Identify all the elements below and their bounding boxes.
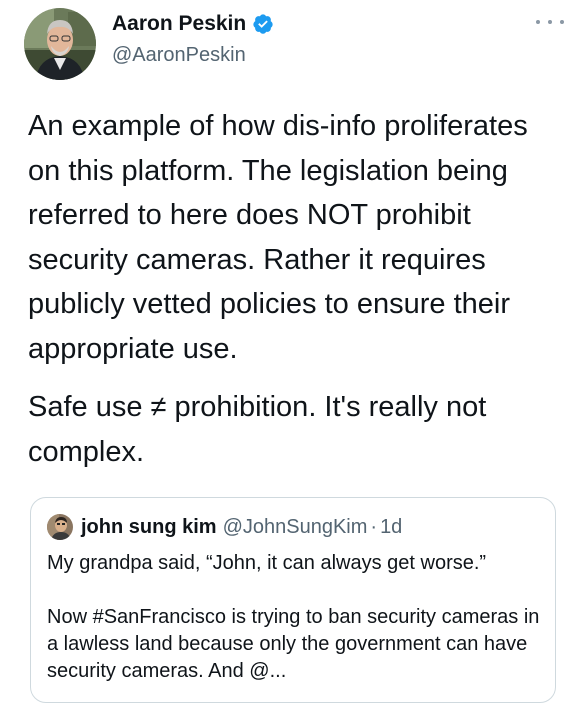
tweet-card: Aaron Peskin @AaronPeskin An example of … — [0, 0, 582, 726]
quoted-tweet[interactable]: john sung kim @JohnSungKim · 1d My grand… — [30, 497, 556, 703]
author-name-row[interactable]: Aaron Peskin — [112, 12, 274, 36]
quoted-timestamp: 1d — [380, 515, 403, 538]
more-options-icon[interactable] — [536, 12, 564, 32]
tweet-paragraph: Safe use ≠ prohibition. It's really not … — [28, 391, 487, 468]
tweet-header: Aaron Peskin @AaronPeskin — [24, 6, 564, 80]
quoted-paragraph: Now #SanFrancisco is trying to ban secur… — [47, 606, 540, 682]
tweet-body: An example of how dis-info proliferates … — [28, 104, 558, 474]
author-name[interactable]: Aaron Peskin — [112, 12, 246, 36]
quoted-author-avatar — [47, 514, 73, 540]
quoted-tweet-body: My grandpa said, “John, it can always ge… — [47, 550, 547, 685]
separator-dot: · — [370, 515, 378, 538]
quoted-paragraph: My grandpa said, “John, it can always ge… — [47, 552, 487, 574]
tweet-paragraph: An example of how dis-info proliferates … — [28, 110, 528, 365]
quoted-tweet-header: john sung kim @JohnSungKim · 1d — [47, 514, 402, 540]
author-handle[interactable]: @AaronPeskin — [112, 44, 246, 67]
quoted-author-name: john sung kim — [81, 515, 217, 538]
quoted-author-handle: @JohnSungKim — [222, 515, 368, 538]
author-avatar[interactable] — [24, 8, 96, 80]
verified-badge-icon — [253, 14, 273, 34]
